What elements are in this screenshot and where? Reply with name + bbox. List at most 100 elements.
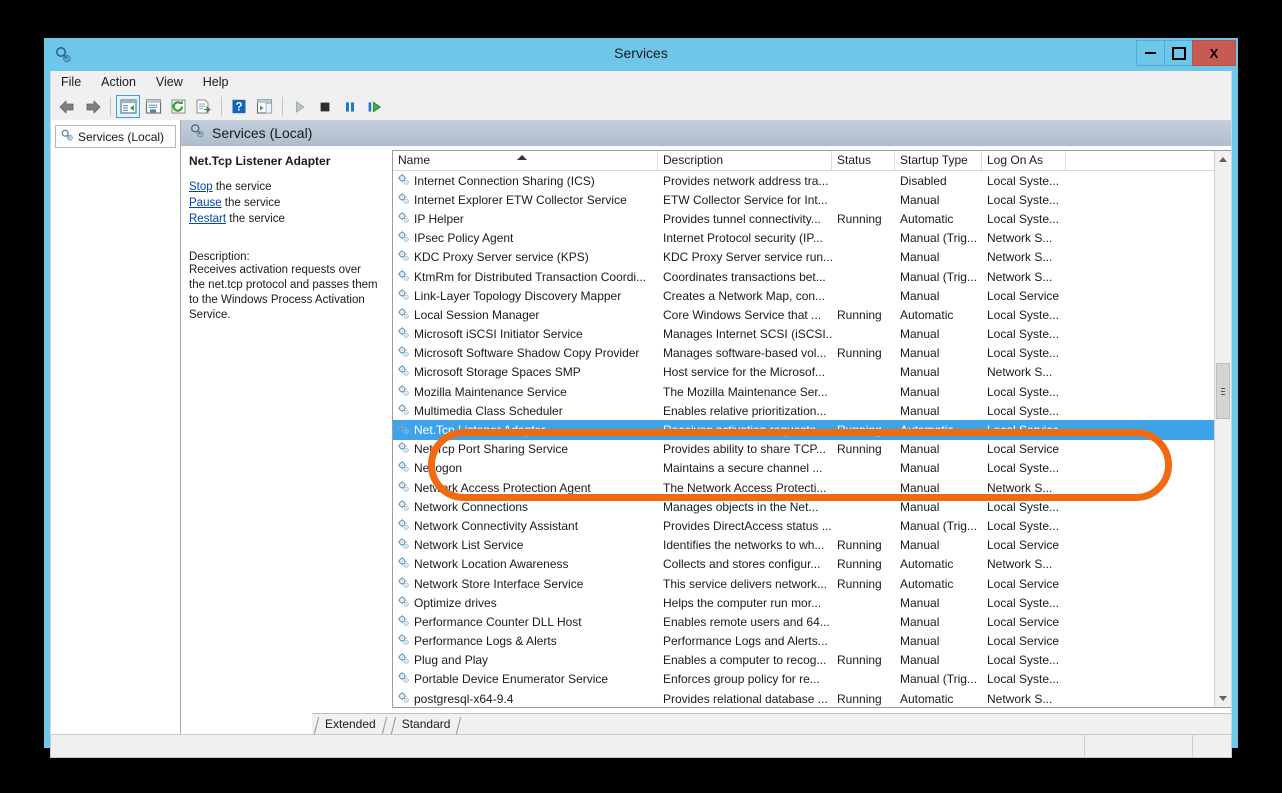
service-name-label: Plug and Play	[414, 653, 489, 668]
cell-name: Network Location Awareness	[393, 556, 658, 572]
scroll-up-button[interactable]	[1215, 151, 1231, 168]
maximize-button[interactable]	[1164, 40, 1193, 66]
cell-name: Microsoft iSCSI Initiator Service	[393, 326, 658, 342]
refresh-icon[interactable]	[166, 95, 190, 118]
service-name-label: IPsec Policy Agent	[414, 231, 514, 246]
stop-service-icon[interactable]	[313, 95, 337, 118]
cell-startup: Manual	[900, 461, 940, 476]
properties-icon[interactable]	[141, 95, 165, 118]
forward-arrow-icon[interactable]	[80, 95, 104, 118]
column-header-description[interactable]: Description	[658, 151, 832, 170]
table-row[interactable]: Network List Service Identifies the netwo…	[393, 536, 1214, 555]
table-row[interactable]: Link-Layer Topology Discovery Mapper Crea…	[393, 286, 1214, 305]
table-row[interactable]: Multimedia Class Scheduler Enables relati…	[393, 401, 1214, 420]
table-row[interactable]: KDC Proxy Server service (KPS) KDC Proxy …	[393, 248, 1214, 267]
table-row[interactable]: Netlogon Maintains a secure channel ... Ma…	[393, 459, 1214, 478]
cell-startup: Automatic	[900, 211, 954, 226]
table-row[interactable]: Optimize drives Helps the computer run mo…	[393, 593, 1214, 612]
table-row[interactable]: Network Connectivity Assistant Provides D…	[393, 516, 1214, 535]
help-icon[interactable]: ?	[227, 95, 251, 118]
service-gear-icon	[397, 614, 410, 630]
column-header-log-on-as[interactable]: Log On As	[982, 151, 1066, 170]
table-row[interactable]: Net.Tcp Listener Adapter Receives activat…	[393, 420, 1214, 440]
table-row[interactable]: Microsoft iSCSI Initiator Service Manages…	[393, 325, 1214, 344]
pane-header: Services (Local)	[181, 120, 1231, 146]
minimize-button[interactable]	[1136, 40, 1165, 66]
restart-service-icon[interactable]	[363, 95, 387, 118]
service-gear-icon	[397, 173, 410, 189]
table-row[interactable]: Network Location Awareness Collects and s…	[393, 555, 1214, 574]
cell-startup: Manual	[900, 480, 940, 495]
cell-description: Manages software-based vol...	[663, 346, 827, 361]
stop-service-link[interactable]: Stop	[189, 181, 213, 193]
back-arrow-icon[interactable]	[55, 95, 79, 118]
table-row[interactable]: KtmRm for Distributed Transaction Coordi…	[393, 267, 1214, 286]
table-row[interactable]: Microsoft Software Shadow Copy Provider M…	[393, 344, 1214, 363]
restart-service-link[interactable]: Restart	[189, 213, 226, 225]
cell-startup: Manual	[900, 346, 940, 361]
scroll-down-button[interactable]	[1215, 690, 1231, 707]
restart-suffix: the service	[226, 213, 285, 225]
column-header-status[interactable]: Status	[832, 151, 895, 170]
table-row[interactable]: Net.Tcp Port Sharing Service Provides abi…	[393, 440, 1214, 459]
table-row[interactable]: Network Connections Manages objects in th…	[393, 497, 1214, 516]
table-row[interactable]: Network Access Protection Agent The Netwo…	[393, 478, 1214, 497]
table-row[interactable]: postgresql-x64-9.4 Provides relational da…	[393, 689, 1214, 707]
pause-service-icon[interactable]	[338, 95, 362, 118]
cell-logon: Local Service	[987, 442, 1060, 457]
table-row[interactable]: Portable Device Enumerator Service Enforc…	[393, 670, 1214, 689]
toolbar-separator	[282, 97, 283, 116]
table-row[interactable]: Local Session Manager Core Windows Servic…	[393, 305, 1214, 324]
cell-name: Mozilla Maintenance Service	[393, 384, 658, 400]
column-header-name[interactable]: Name	[393, 151, 658, 170]
menu-file[interactable]: File	[51, 73, 91, 91]
pause-service-link[interactable]: Pause	[189, 197, 222, 209]
cell-status: Running	[837, 307, 882, 322]
title-bar: Services X	[44, 38, 1238, 71]
tab-standard[interactable]: Standard	[389, 715, 464, 734]
table-row[interactable]: Microsoft Storage Spaces SMP Host service…	[393, 363, 1214, 382]
menu-view[interactable]: View	[146, 73, 193, 91]
service-name-label: Network Connectivity Assistant	[414, 518, 579, 533]
pane-split: Net.Tcp Listener Adapter Stop the servic…	[181, 146, 1231, 708]
scrollbar-thumb[interactable]	[1216, 363, 1230, 419]
service-gear-icon	[397, 269, 410, 285]
show-action-pane-icon[interactable]	[252, 95, 276, 118]
table-row[interactable]: IPsec Policy Agent Internet Protocol secu…	[393, 229, 1214, 248]
screen: Services X File Action View Help ? Servi…	[0, 0, 1282, 793]
vertical-scrollbar[interactable]	[1214, 151, 1231, 707]
table-row[interactable]: Plug and Play Enables a computer to recog…	[393, 651, 1214, 670]
table-row[interactable]: Internet Connection Sharing (ICS) Provide…	[393, 171, 1214, 190]
tab-extended[interactable]: Extended	[312, 715, 389, 734]
menu-help[interactable]: Help	[193, 73, 239, 91]
menu-action[interactable]: Action	[91, 73, 146, 91]
export-list-icon[interactable]	[191, 95, 215, 118]
table-row[interactable]: Performance Counter DLL Host Enables remo…	[393, 612, 1214, 631]
start-service-icon[interactable]	[288, 95, 312, 118]
table-row[interactable]: Internet Explorer ETW Collector Service E…	[393, 190, 1214, 209]
service-gear-icon	[397, 249, 410, 265]
cell-name: Network Connections	[393, 499, 658, 515]
cell-logon: Local Service	[987, 288, 1060, 303]
toolbar-separator	[221, 97, 222, 116]
table-row[interactable]: Network Store Interface Service This serv…	[393, 574, 1214, 593]
cell-startup: Manual	[900, 288, 940, 303]
cell-name: Network Access Protection Agent	[393, 480, 658, 496]
stop-suffix: the service	[212, 181, 272, 193]
column-header-startup-type[interactable]: Startup Type	[895, 151, 982, 170]
cell-description: Enables relative prioritization...	[663, 403, 827, 418]
close-button[interactable]: X	[1192, 40, 1236, 66]
sidebar-item-services-local[interactable]: Services (Local)	[55, 125, 176, 148]
service-gear-icon	[397, 345, 410, 361]
service-name-label: Local Session Manager	[414, 307, 540, 322]
service-name-label: KDC Proxy Server service (KPS)	[414, 250, 589, 265]
sidebar-item-label: Services (Local)	[78, 129, 165, 144]
table-row[interactable]: Performance Logs & Alerts Performance Log…	[393, 632, 1214, 651]
service-gear-icon	[397, 633, 410, 649]
cell-logon: Network S...	[987, 691, 1053, 706]
show-hide-console-tree-icon[interactable]	[116, 95, 140, 118]
service-name-label: Network List Service	[414, 538, 524, 553]
cell-name: KDC Proxy Server service (KPS)	[393, 249, 658, 265]
table-row[interactable]: Mozilla Maintenance Service The Mozilla M…	[393, 382, 1214, 401]
table-row[interactable]: IP Helper Provides tunnel connectivity...…	[393, 209, 1214, 228]
